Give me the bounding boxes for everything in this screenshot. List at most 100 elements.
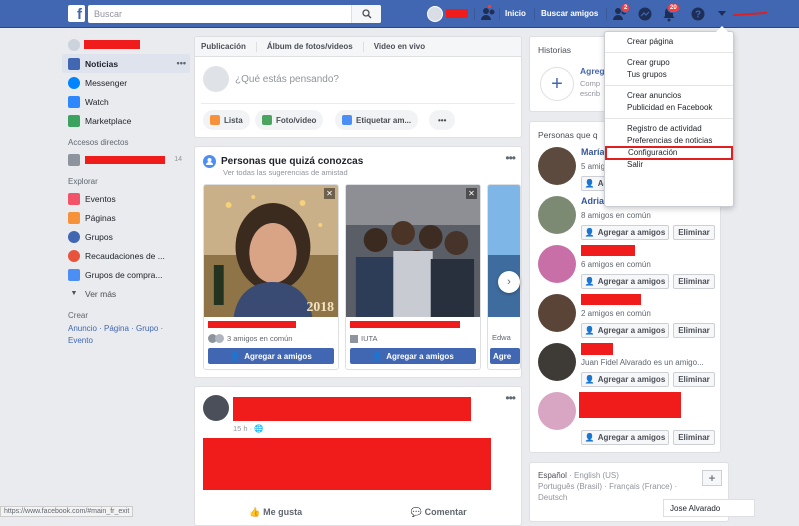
sidebar-item-events[interactable]: Eventos	[62, 189, 190, 208]
more-options-icon[interactable]: •••	[177, 58, 186, 68]
tag-friends-button[interactable]: Etiquetar am...	[335, 110, 419, 130]
add-friend-button[interactable]: 👤Agregar a amigos	[581, 323, 669, 338]
help-icon[interactable]: ?	[690, 6, 706, 22]
add-friend-button[interactable]: 👤Agregar a amigos	[581, 225, 669, 240]
menu-item-your-groups[interactable]: Tus grupos	[605, 69, 733, 81]
menu-item-settings[interactable]: Configuración	[605, 146, 733, 160]
language-link[interactable]: English (US)	[574, 471, 619, 480]
sidebar-item-buy-sell-groups[interactable]: Grupos de compra...	[62, 265, 190, 284]
suggestion-name-redacted[interactable]	[350, 321, 460, 328]
mutual-friends: 8 amigos en común	[581, 211, 651, 220]
suggestion-photo[interactable]: 2018	[204, 185, 338, 317]
menu-item-create-ads[interactable]: Crear anuncios	[605, 90, 733, 102]
mutual-friends[interactable]: 3 amigos en común	[208, 334, 292, 343]
avatar[interactable]	[538, 343, 576, 381]
search-input[interactable]	[88, 5, 343, 23]
comment-button[interactable]: 💬 Comentar	[411, 507, 467, 518]
menu-item-news-feed-preferences[interactable]: Preferencias de noticias	[605, 135, 733, 147]
avatar[interactable]	[538, 245, 576, 283]
add-friend-button[interactable]: 👤Agregar a amigos	[581, 430, 669, 445]
avatar[interactable]	[538, 392, 576, 430]
account-dropdown-menu: Crear página Crear grupo Tus grupos Crea…	[604, 26, 734, 207]
avatar[interactable]	[538, 147, 576, 185]
menu-item-create-group[interactable]: Crear grupo	[605, 57, 733, 69]
tab-photo-album[interactable]: Álbum de fotos/videos	[267, 42, 353, 51]
see-more-link[interactable]: ▼ Ver más	[62, 284, 190, 303]
person-name-redacted[interactable]	[581, 343, 613, 355]
add-friend-button[interactable]: 👤Agregar a amigos	[208, 348, 334, 364]
tab-post[interactable]: Publicación	[201, 42, 246, 51]
add-friend-button[interactable]: 👤Agregar a amigos	[581, 274, 669, 289]
close-icon[interactable]: ✕	[466, 188, 477, 199]
add-story-link[interactable]: Agreg	[580, 66, 605, 76]
search-button[interactable]	[351, 5, 381, 23]
language-link[interactable]: Deutsch	[538, 493, 567, 502]
create-links[interactable]: Anuncio · Página · Grupo · Evento	[62, 323, 172, 347]
sidebar-item-watch[interactable]: Watch	[62, 92, 190, 111]
avatar[interactable]	[203, 395, 229, 421]
person-name-redacted[interactable]	[581, 245, 635, 256]
avatar[interactable]	[538, 294, 576, 332]
sidebar-item-pages[interactable]: Páginas	[62, 208, 190, 227]
messenger-icon[interactable]	[637, 6, 653, 22]
add-story-button[interactable]: +	[540, 67, 574, 101]
post-author-redacted[interactable]	[233, 397, 471, 421]
add-friend-button[interactable]: 👤Agregar a amigos	[581, 372, 669, 387]
chat-tab[interactable]: Jose Alvarado	[663, 499, 755, 517]
close-icon[interactable]: ✕	[324, 188, 335, 199]
add-friend-button[interactable]: Agre	[490, 348, 520, 364]
language-link[interactable]: Português (Brasil) · Français (France) ·	[538, 482, 677, 491]
tab-live-video[interactable]: Video en vivo	[374, 42, 425, 51]
composer-input[interactable]: ¿Qué estás pensando?	[235, 74, 339, 85]
person-name-redacted[interactable]	[579, 392, 681, 418]
menu-item-advertising[interactable]: Publicidad en Facebook	[605, 102, 733, 114]
calendar-icon	[68, 192, 80, 205]
delete-suggestion-button[interactable]: Eliminar	[673, 274, 715, 289]
delete-suggestion-button[interactable]: Eliminar	[673, 430, 715, 445]
delete-suggestion-button[interactable]: Eliminar	[673, 372, 715, 387]
sidebar-item-messenger[interactable]: Messenger	[62, 73, 190, 92]
like-label: Me gusta	[263, 507, 303, 517]
sidebar-item-fundraisers[interactable]: Recaudaciones de ...	[62, 246, 190, 265]
menu-item-activity-log[interactable]: Registro de actividad	[605, 123, 733, 135]
mutual-friends: 2 amigos en común	[581, 309, 651, 318]
sidebar-item-label: Páginas	[85, 212, 116, 223]
menu-item-create-page[interactable]: Crear página	[605, 36, 733, 48]
facebook-logo[interactable]: f	[68, 5, 85, 22]
avatar	[203, 66, 229, 92]
post-time-label: 15 h ·	[233, 424, 255, 433]
suggestion-name-redacted[interactable]	[208, 321, 296, 328]
nav-home-link[interactable]: Inicio	[505, 9, 526, 18]
post-timestamp[interactable]: 15 h · 🌐	[233, 424, 264, 433]
sidebar-item-shortcut[interactable]: 14	[62, 150, 190, 169]
photo-video-button[interactable]: Foto/video	[255, 110, 324, 130]
more-options-button[interactable]: •••	[429, 110, 456, 130]
like-button[interactable]: 👍 Me gusta	[249, 507, 302, 518]
more-options-icon[interactable]: •••	[505, 391, 516, 405]
person-name[interactable]: María	[581, 147, 605, 157]
suggestion-name[interactable]: Edwa	[492, 333, 511, 342]
sidebar-profile[interactable]	[62, 36, 190, 54]
list-button[interactable]: Lista	[203, 110, 250, 130]
next-arrow-icon[interactable]: ›	[498, 271, 520, 293]
pymk-see-all-link[interactable]: Ver todas las sugerencias de amistad	[223, 168, 348, 177]
person-name-redacted[interactable]	[581, 294, 641, 305]
sidebar-item-groups[interactable]: Grupos	[62, 227, 190, 246]
delete-suggestion-button[interactable]: Eliminar	[673, 225, 715, 240]
more-options-icon[interactable]: •••	[505, 151, 516, 165]
avatar[interactable]	[538, 196, 576, 234]
sidebar-item-marketplace[interactable]: Marketplace	[62, 111, 190, 130]
profile-name-redacted[interactable]	[446, 9, 468, 18]
suggestion-photo[interactable]	[346, 185, 480, 317]
nav-find-friends-link[interactable]: Buscar amigos	[541, 9, 598, 18]
sidebar-item-label: Recaudaciones de ...	[85, 250, 165, 261]
profile-avatar[interactable]	[427, 6, 443, 22]
sidebar-item-news[interactable]: Noticias •••	[62, 54, 190, 73]
account-dropdown-arrow-icon[interactable]	[718, 11, 726, 17]
delete-suggestion-button[interactable]: Eliminar	[673, 323, 715, 338]
menu-item-logout[interactable]: Salir	[605, 159, 733, 171]
add-language-button[interactable]: +	[702, 470, 722, 486]
shortcuts-header: Accesos directos	[68, 138, 129, 147]
add-friend-button[interactable]: 👤Agregar a amigos	[350, 348, 476, 364]
suggestion-photo[interactable]	[488, 185, 520, 317]
